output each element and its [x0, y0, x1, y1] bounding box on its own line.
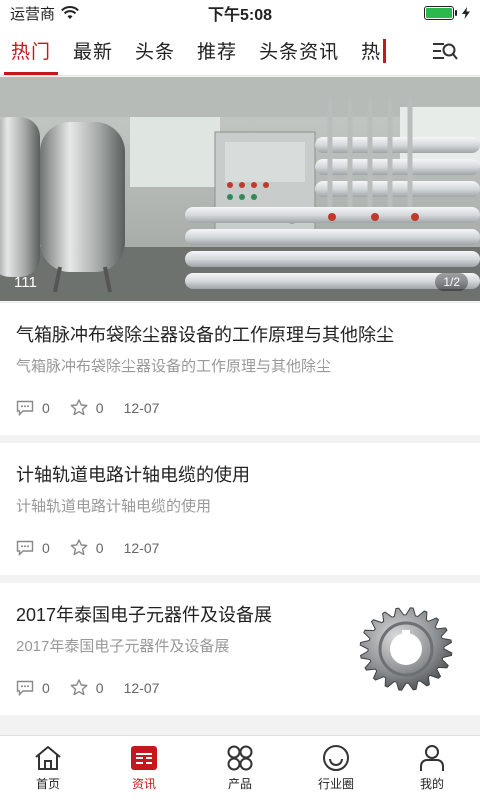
article-summary: 气箱脉冲布袋除尘器设备的工作原理与其他除尘 — [16, 358, 332, 375]
user-icon — [420, 745, 444, 771]
nav-home-label: 首页 — [35, 777, 60, 791]
tab-hot-2[interactable]: 热 — [350, 26, 381, 75]
article-item[interactable]: 2017年泰国电子元器件及设备展 2017年泰国电子元器件及设备展 0 0 12… — [0, 583, 480, 715]
star-icon — [70, 539, 88, 556]
nav-industry-circle-label: 行业圈 — [317, 777, 354, 791]
nav-me-label: 我的 — [419, 777, 444, 791]
star-icon — [70, 679, 88, 696]
menu-search-icon — [433, 42, 458, 60]
tab-latest[interactable]: 最新 — [62, 26, 124, 75]
article-date: 12-07 — [123, 679, 160, 696]
comment-count[interactable]: 0 — [16, 540, 50, 556]
article-meta: 0 0 12-07 — [16, 679, 159, 696]
favorite-count[interactable]: 0 — [70, 679, 104, 696]
tab-hot[interactable]: 热门 — [0, 26, 62, 75]
home-icon — [35, 746, 61, 770]
star-icon — [70, 399, 88, 416]
comment-icon — [16, 680, 34, 696]
favorite-count-value: 0 — [95, 539, 104, 556]
banner-carousel[interactable]: 111 1/2 — [0, 77, 480, 301]
nav-me[interactable]: 我的 — [384, 736, 480, 800]
banner-pager: 1/2 — [435, 273, 468, 291]
tab-recommended[interactable]: 推荐 — [186, 26, 248, 75]
nav-products-label: 产品 — [227, 777, 252, 791]
article-title: 计轴轨道电路计轴电缆的使用 — [16, 465, 250, 485]
status-left: 运营商 — [10, 3, 79, 24]
products-icon — [227, 745, 253, 771]
battery-icon — [424, 6, 457, 20]
comment-count-value: 0 — [42, 399, 50, 416]
comment-count[interactable]: 0 — [16, 400, 50, 416]
tab-headlines[interactable]: 头条 — [124, 26, 186, 75]
status-right — [424, 6, 470, 20]
comment-icon — [16, 540, 34, 556]
carrier-label: 运营商 — [10, 5, 56, 23]
charging-icon — [462, 7, 470, 19]
favorite-count-value: 0 — [95, 399, 104, 416]
article-item[interactable]: 计轴轨道电路计轴电缆的使用 计轴轨道电路计轴电缆的使用 0 0 12-07 — [0, 443, 480, 575]
article-summary: 2017年泰国电子元器件及设备展 — [16, 638, 230, 655]
nav-products[interactable]: 产品 — [192, 736, 288, 800]
article-item[interactable]: 气箱脉冲布袋除尘器设备的工作原理与其他除尘 气箱脉冲布袋除尘器设备的工作原理与其… — [0, 303, 480, 435]
tab-menu-search-button[interactable] — [420, 26, 470, 75]
banner-image — [0, 77, 480, 301]
status-bar: 运营商 下午5:08 — [0, 0, 480, 26]
article-summary: 计轴轨道电路计轴电缆的使用 — [16, 498, 212, 515]
article-thumbnail-gear — [359, 607, 453, 691]
comment-count-value: 0 — [42, 539, 50, 556]
article-meta: 0 0 12-07 — [16, 399, 159, 416]
article-date: 12-07 — [123, 539, 160, 556]
article-date: 12-07 — [123, 399, 160, 416]
category-tabs: 热门 最新 头条 推荐 头条资讯 热 — [0, 26, 480, 76]
tab-list: 热门 最新 头条 推荐 头条资讯 热 — [0, 26, 420, 75]
favorite-count[interactable]: 0 — [70, 539, 104, 556]
nav-news-label: 资讯 — [131, 777, 156, 791]
comment-icon — [16, 400, 34, 416]
comment-count[interactable]: 0 — [16, 680, 50, 696]
nav-home[interactable]: 首页 — [0, 736, 96, 800]
favorite-count-value: 0 — [95, 679, 104, 696]
article-meta: 0 0 12-07 — [16, 539, 159, 556]
tab-headline-news[interactable]: 头条资讯 — [248, 26, 350, 75]
banner-caption: 111 — [14, 274, 37, 291]
nav-industry-circle[interactable]: 行业圈 — [288, 736, 384, 800]
wifi-icon — [61, 6, 79, 19]
tab-divider — [383, 38, 387, 63]
nav-news[interactable]: 资讯 — [96, 736, 192, 800]
favorite-count[interactable]: 0 — [70, 399, 104, 416]
article-title: 气箱脉冲布袋除尘器设备的工作原理与其他除尘 — [16, 325, 394, 345]
smiley-icon — [323, 745, 349, 771]
battery-fill — [426, 8, 452, 18]
comment-count-value: 0 — [42, 679, 50, 696]
bottom-nav: 首页 资讯 产品 行业圈 我的 — [0, 735, 480, 800]
article-title: 2017年泰国电子元器件及设备展 — [16, 605, 273, 625]
news-icon — [131, 746, 157, 770]
